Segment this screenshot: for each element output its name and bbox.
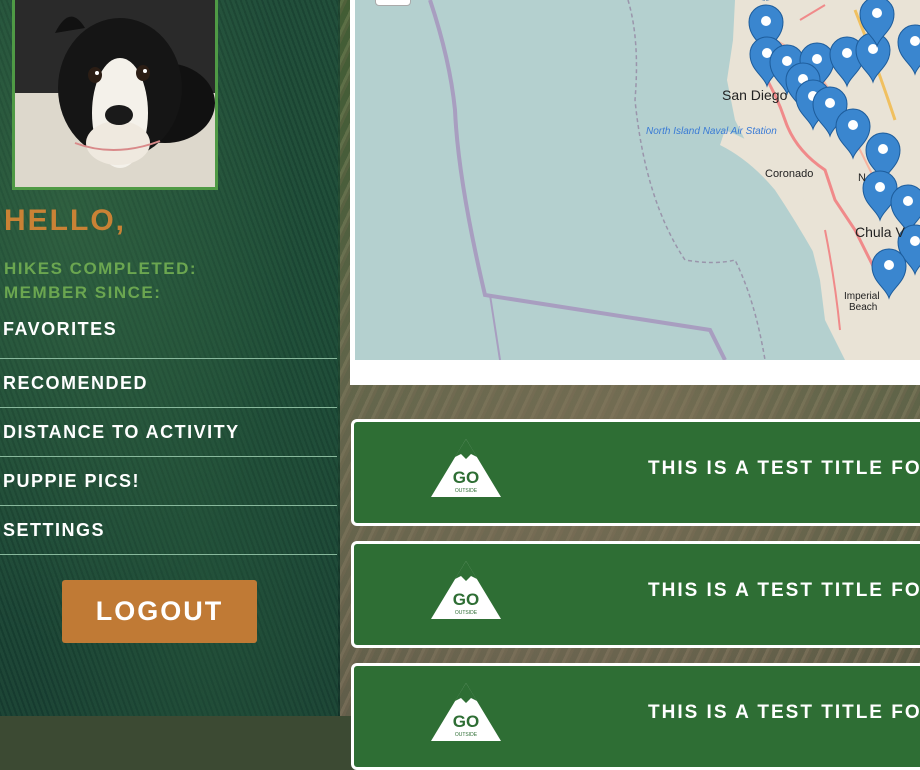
svg-text:OUTSIDE: OUTSIDE — [455, 610, 478, 616]
map-container: San Diego North Island Naval Air Station… — [350, 0, 920, 385]
sidebar-nav: Favorites Recomended Distance to Activit… — [0, 310, 337, 555]
svg-text:GO: GO — [453, 712, 479, 731]
mountain-logo-icon: GO OUTSIDE — [429, 559, 503, 625]
map-label-imperial-beach-2: Beach — [849, 302, 878, 313]
greeting: Hello, — [4, 204, 126, 237]
svg-text:GO: GO — [453, 590, 479, 609]
svg-text:OUTSIDE: OUTSIDE — [455, 732, 478, 738]
map-marker-icon[interactable] — [897, 24, 920, 76]
sidebar-item-distance-to-activity[interactable]: Distance to Activity — [0, 408, 337, 457]
map-marker-icon[interactable] — [835, 108, 871, 160]
map-label-coronado: Coronado — [765, 168, 814, 180]
sidebar-item-recommended[interactable]: Recomended — [0, 359, 337, 408]
map-label-naval-station: North Island Naval Air Station — [646, 126, 777, 137]
card-title: This is a test title for — [648, 702, 920, 723]
activity-card[interactable]: GO OUTSIDE This is a test title for — [351, 419, 920, 526]
mountain-logo-icon: GO OUTSIDE — [429, 437, 503, 503]
map[interactable]: San Diego North Island Naval Air Station… — [355, 0, 920, 360]
activity-card[interactable]: GO OUTSIDE This is a test title for — [351, 663, 920, 770]
avatar[interactable] — [12, 0, 218, 190]
map-markers — [748, 0, 920, 300]
map-label-imperial-beach: Imperial — [844, 291, 880, 302]
puppy-photo — [15, 0, 215, 187]
mountain-logo-icon: GO OUTSIDE — [429, 681, 503, 747]
sidebar-item-puppie-pics[interactable]: Puppie Pics! — [0, 457, 337, 506]
hikes-completed-label: Hikes Completed: — [4, 259, 198, 278]
activity-card[interactable]: GO OUTSIDE This is a test title for — [351, 541, 920, 648]
sidebar-item-favorites[interactable]: Favorites — [0, 310, 337, 359]
map-label-national-city: N — [858, 172, 866, 184]
sidebar-item-settings[interactable]: Settings — [0, 506, 337, 555]
zoom-control[interactable] — [375, 0, 411, 6]
logout-button[interactable]: Logout — [62, 580, 257, 643]
map-marker-icon[interactable] — [855, 32, 891, 84]
map-label-chula-vista: Chula V — [855, 224, 905, 240]
card-title: This is a test title for — [648, 580, 920, 601]
member-since-label: Member Since: — [4, 283, 162, 302]
card-title: This is a test title for — [648, 458, 920, 479]
sidebar: Hello, Hikes Completed: Member Since: Fa… — [0, 0, 340, 716]
svg-text:GO: GO — [453, 468, 479, 487]
svg-text:OUTSIDE: OUTSIDE — [455, 488, 478, 494]
map-label-san-diego: San Diego — [722, 87, 788, 103]
